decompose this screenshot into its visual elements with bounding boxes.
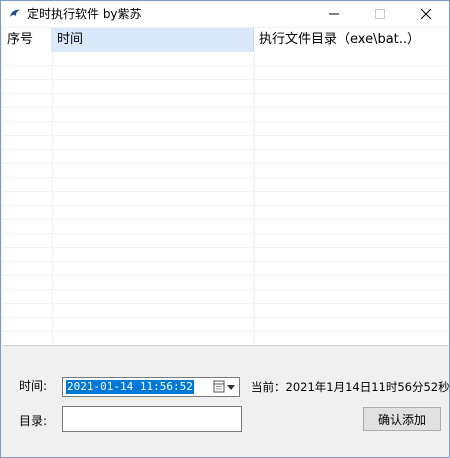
- list-grid-row: [2, 136, 449, 150]
- list-body[interactable]: [2, 52, 449, 345]
- column-divider: [52, 52, 53, 345]
- minimize-icon: [329, 13, 339, 15]
- dir-input[interactable]: [62, 406, 242, 432]
- list-grid-row: [2, 220, 449, 234]
- confirm-add-button[interactable]: 确认添加: [363, 407, 441, 431]
- list-grid-row: [2, 276, 449, 290]
- list-grid-row: [2, 178, 449, 192]
- task-list[interactable]: 序号 时间 执行文件目录（exe\bat..）: [2, 28, 449, 346]
- app-fin-icon: [7, 6, 23, 22]
- list-grid-row: [2, 318, 449, 332]
- list-grid-row: [2, 206, 449, 220]
- close-button[interactable]: [403, 1, 449, 27]
- maximize-icon: [375, 9, 385, 19]
- list-grid-row: [2, 164, 449, 178]
- column-header-index[interactable]: 序号: [2, 28, 52, 52]
- list-grid-row: [2, 234, 449, 248]
- list-grid-row: [2, 248, 449, 262]
- list-grid-row: [2, 122, 449, 136]
- list-grid-row: [2, 290, 449, 304]
- list-grid-row: [2, 150, 449, 164]
- list-grid-row: [2, 262, 449, 276]
- app-window: 定时执行软件 by紫苏 序号 时间 执行文件目录（exe\bat..） 时间: …: [0, 0, 450, 458]
- list-grid-row: [2, 108, 449, 122]
- dir-label: 目录:: [19, 414, 48, 428]
- column-divider: [254, 52, 255, 345]
- list-grid-row: [2, 332, 449, 345]
- list-grid-row: [2, 94, 449, 108]
- time-label: 时间:: [19, 379, 48, 393]
- list-grid-row: [2, 66, 449, 80]
- list-header: 序号 时间 执行文件目录（exe\bat..）: [2, 28, 449, 52]
- maximize-button[interactable]: [357, 1, 403, 27]
- datetime-picker[interactable]: 2021-01-14 11:56:52: [62, 377, 240, 397]
- list-grid-row: [2, 80, 449, 94]
- calendar-dropdown-icon[interactable]: [213, 380, 237, 394]
- datetime-value[interactable]: 2021-01-14 11:56:52: [66, 380, 194, 394]
- window-title: 定时执行软件 by紫苏: [27, 7, 142, 21]
- minimize-button[interactable]: [311, 1, 357, 27]
- list-grid-row: [2, 304, 449, 318]
- title-bar[interactable]: 定时执行软件 by紫苏: [1, 1, 449, 27]
- list-grid-row: [2, 52, 449, 66]
- close-icon: [421, 9, 431, 19]
- column-header-time[interactable]: 时间: [52, 28, 254, 52]
- column-header-path[interactable]: 执行文件目录（exe\bat..）: [254, 28, 449, 52]
- list-grid-row: [2, 192, 449, 206]
- current-time-readout: 当前：2021年1月14日11时56分52秒: [251, 380, 450, 394]
